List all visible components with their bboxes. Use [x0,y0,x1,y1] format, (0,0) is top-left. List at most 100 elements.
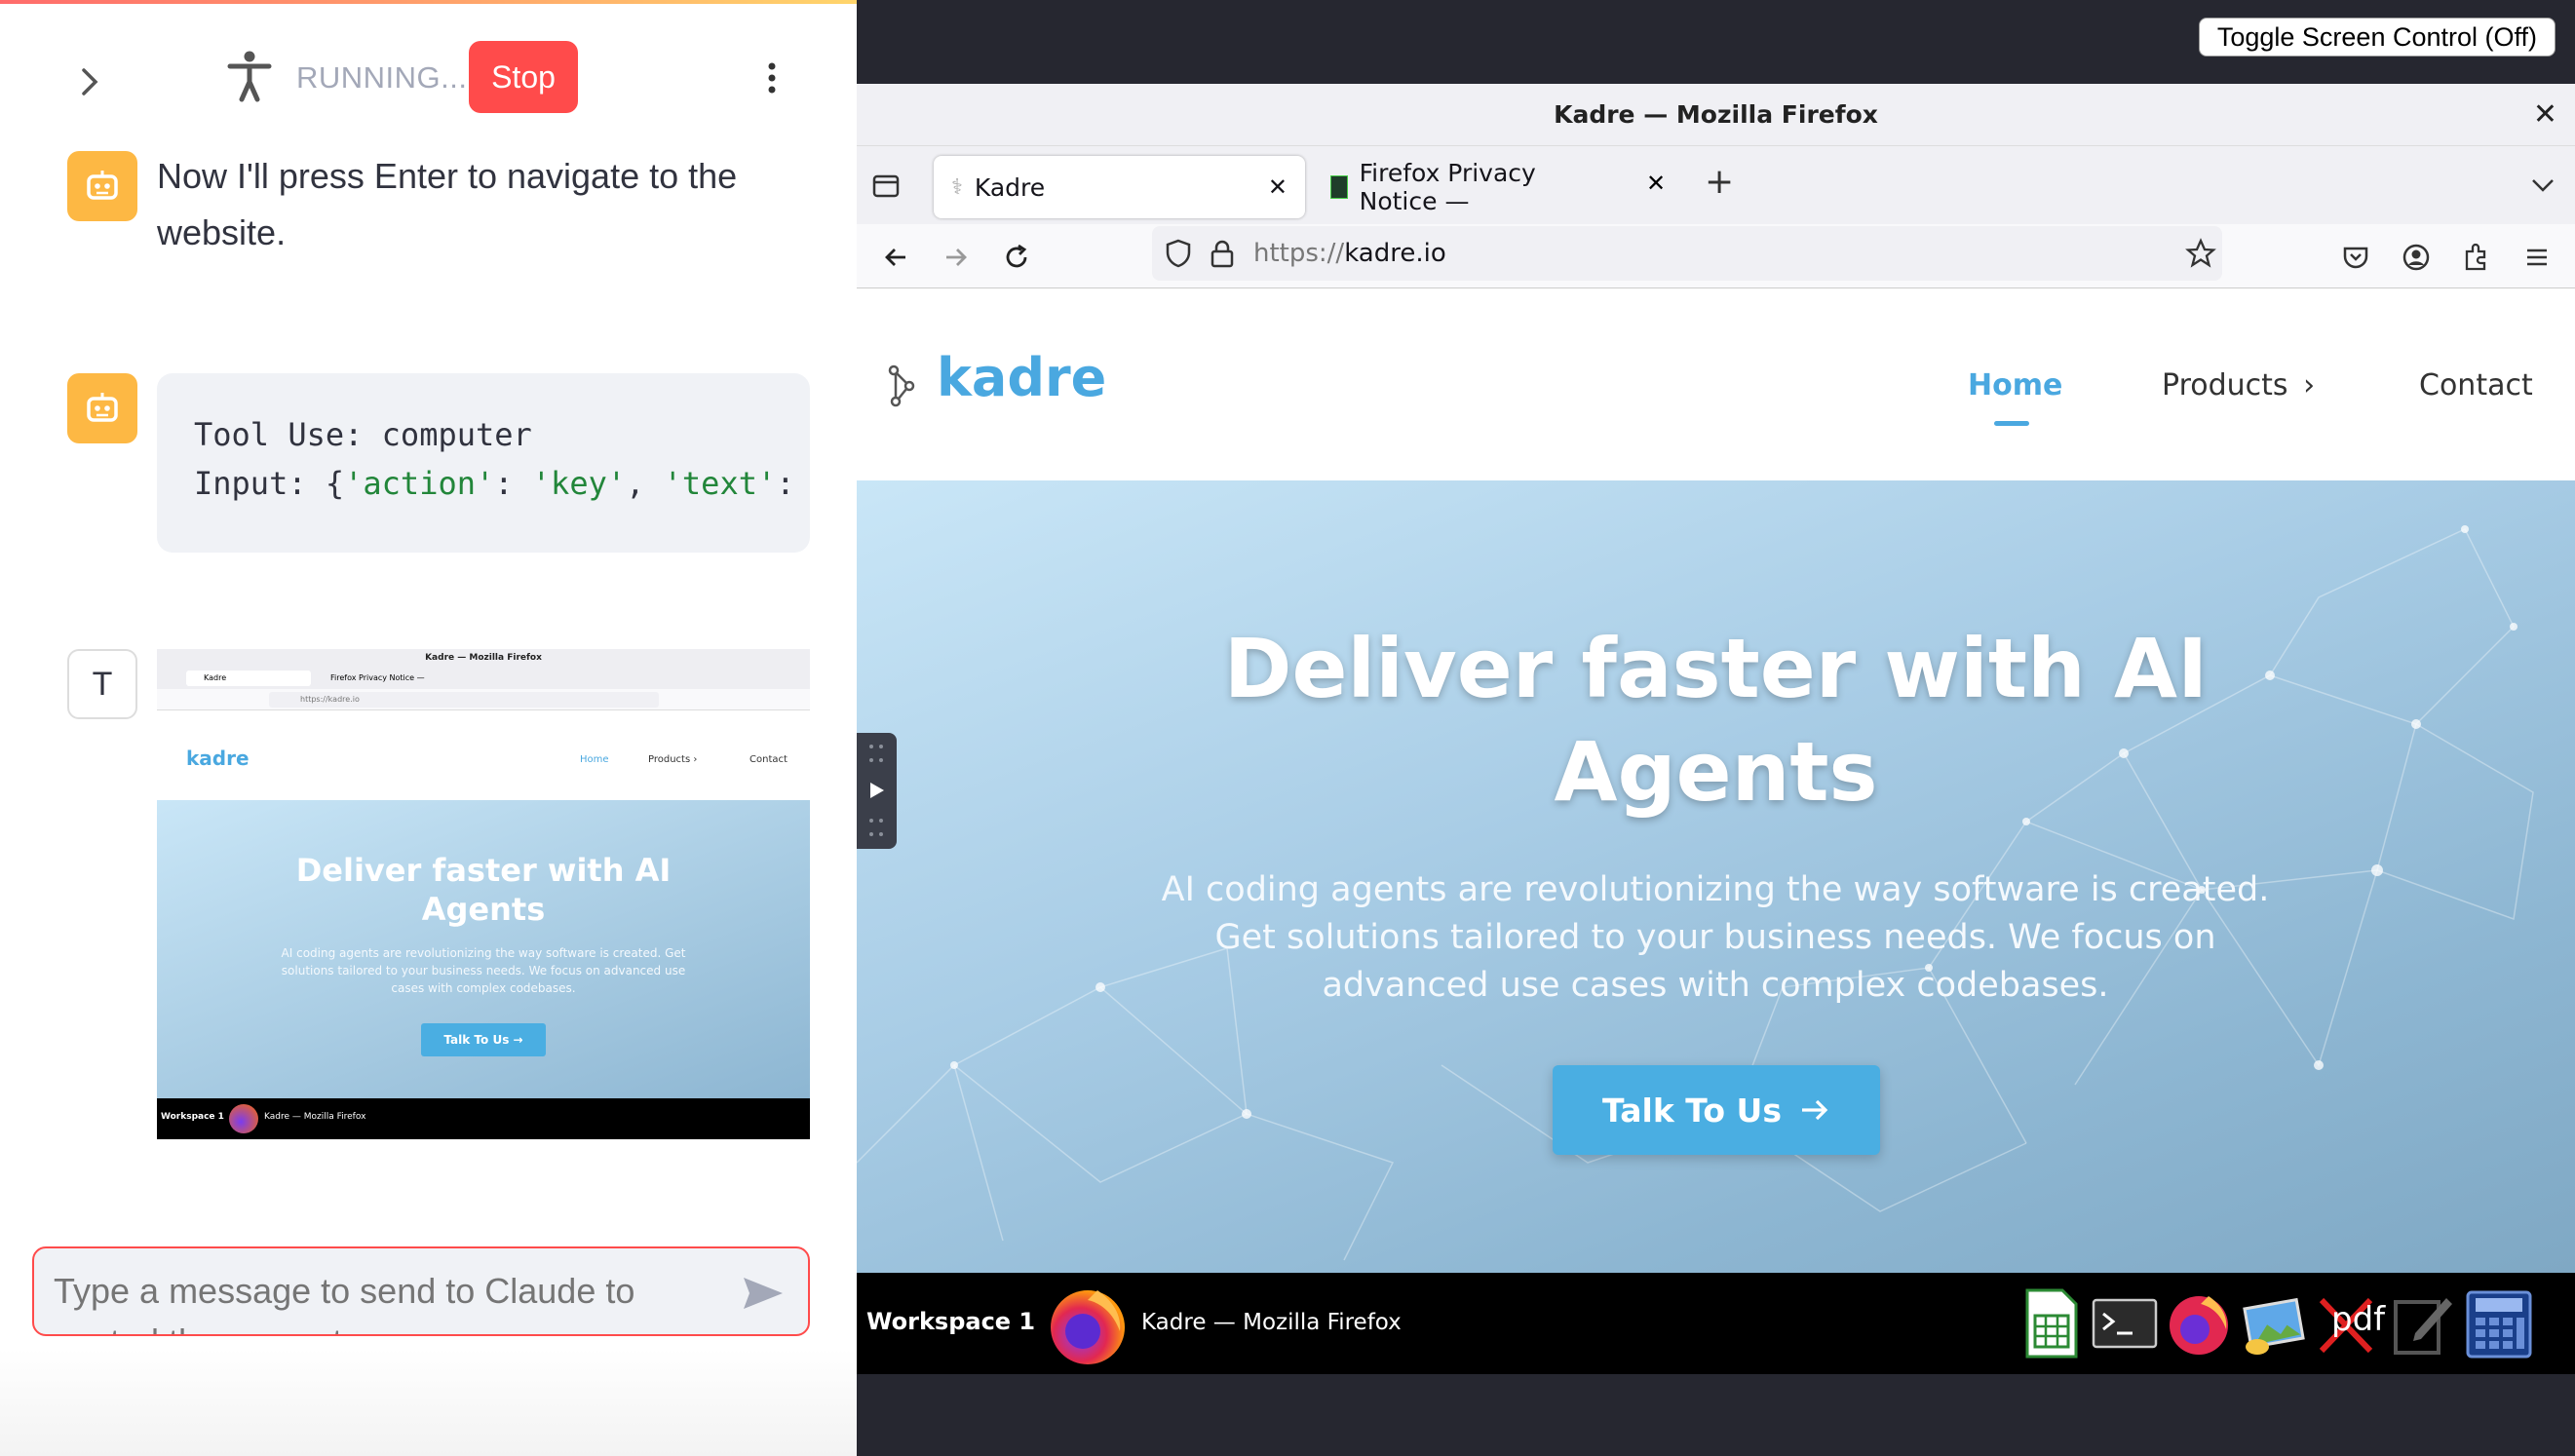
code-string: 'key' [531,465,627,502]
thumb-cta: Talk To Us → [421,1023,546,1056]
bookmark-star-icon[interactable] [2185,238,2216,269]
robot-icon [87,171,118,200]
image-viewer-icon[interactable] [2238,1286,2308,1360]
hero-text-line: Get solutions tailored to your business … [1214,918,2216,957]
firefox-launcher-icon[interactable] [2164,1286,2234,1360]
text-editor-icon[interactable] [2386,1286,2456,1360]
nav-products-label: Products [2162,368,2288,402]
tool-use-code-block: Tool Use: computer Input: {'action': 'ke… [157,373,810,553]
spreadsheet-icon[interactable] [2016,1286,2086,1360]
thumb-tab: Firefox Privacy Notice — [330,673,425,682]
thumb-titlebar: Kadre — Mozilla Firefox [157,649,810,668]
hamburger-menu-icon[interactable] [2521,242,2553,273]
site-logo-text[interactable]: kadre [937,347,1106,408]
thumb-workspace: Workspace 1 [161,1112,224,1122]
hero-title-line: Agents [1554,724,1878,820]
cta-label: Talk To Us [1602,1091,1782,1130]
thumb-firefox-icon [229,1104,258,1133]
talk-to-us-button[interactable]: Talk To Us [1553,1065,1880,1155]
robot-icon [87,393,118,422]
nav-products[interactable]: Products › [2162,368,2315,402]
hero-text-line: AI coding agents are revolutionizing the… [1161,870,2270,909]
calculator-icon[interactable] [2460,1286,2538,1360]
close-tab-icon[interactable]: ✕ [1268,173,1288,201]
terminal-icon[interactable] [2090,1286,2160,1360]
tab-privacy-notice[interactable]: Firefox Privacy Notice — [1325,156,1568,218]
hero-title: Deliver faster with AI Agents [857,617,2575,824]
pocket-icon[interactable] [2340,242,2371,273]
chat-input[interactable] [54,1266,716,1334]
code-text: : [776,465,795,502]
kadre-logo-icon[interactable] [884,363,919,409]
code-text: , [626,465,664,502]
thumb-hero: Deliver faster with AI Agents AI coding … [157,800,810,1098]
shield-icon[interactable] [1164,238,1193,269]
hero-description: AI coding agents are revolutionizing the… [1131,866,2300,1010]
toggle-screen-control-button[interactable]: Toggle Screen Control (Off) [2198,18,2556,57]
list-tabs-chevron-down-icon[interactable] [2529,173,2556,197]
hero-section: Deliver faster with AI Agents AI coding … [857,480,2575,1273]
pdf-label: pdf [2331,1300,2386,1339]
user-avatar: T [67,649,137,719]
navigation-toolbar: https://kadre.io [857,224,2575,288]
thumb-tab: Kadre [186,671,311,686]
thumb-nav-home: Home [580,754,609,765]
close-window-icon[interactable]: ✕ [2533,97,2557,132]
play-grip-icon [869,745,884,836]
panel-footer [0,1349,857,1456]
workspace-label[interactable]: Workspace 1 [866,1308,1035,1335]
close-tab-icon[interactable]: ✕ [1646,170,1666,197]
desktop-taskbar: Workspace 1 Kadre — Mozilla Firefox pdf [857,1273,2575,1374]
tab-kadre[interactable]: ⚕ Kadre ✕ [934,156,1305,218]
chat-input-container [32,1246,810,1336]
more-options-icon[interactable] [756,58,788,97]
thumb-tabbar: Kadre Firefox Privacy Notice — [157,668,810,689]
tool-use-line: Tool Use: computer [194,416,532,453]
code-text: Input: { [194,465,345,502]
site-header: kadre Home Products › Contact [857,288,2575,480]
thumb-taskbar-title: Kadre — Mozilla Firefox [264,1112,366,1122]
thumb-taskbar: Workspace 1 Kadre — Mozilla Firefox [157,1098,810,1139]
reload-icon[interactable] [1001,242,1032,273]
assistant-avatar [67,151,137,221]
new-tab-icon[interactable]: + [1705,162,1734,202]
send-icon[interactable] [740,1270,787,1317]
assistant-avatar [67,373,137,443]
privacy-favicon-icon [1330,175,1348,199]
pdf-tool-icon[interactable]: pdf [2312,1286,2386,1360]
tab-label: Kadre [974,172,1046,202]
firefox-window: Kadre — Mozilla Firefox ✕ ⚕ Kadre ✕ Fire… [857,84,2575,1374]
thumb-navbar: https://kadre.io [157,689,810,710]
lock-icon[interactable] [1209,238,1236,269]
firefox-icon[interactable] [1044,1281,1132,1368]
nav-contact[interactable]: Contact [2419,368,2533,402]
side-panel-handle[interactable] [857,733,897,849]
extensions-icon[interactable] [2461,242,2492,273]
url-host: kadre.io [1344,239,1446,268]
webpage: kadre Home Products › Contact Deliver fa… [857,288,2575,1273]
nav-active-underline [1994,421,2029,426]
stop-button[interactable]: Stop [469,41,578,113]
thumb-nav-contact: Contact [749,754,788,765]
arrow-right-icon [1802,1099,1828,1121]
taskbar-window-title[interactable]: Kadre — Mozilla Firefox [1141,1310,1402,1335]
hero-text-line: advanced use cases with complex codebase… [1322,966,2109,1005]
nav-home[interactable]: Home [1968,368,2062,402]
tab-bar: ⚕ Kadre ✕ Firefox Privacy Notice — ✕ + [857,146,2575,224]
screenshot-thumbnail: Kadre — Mozilla Firefox Kadre Firefox Pr… [157,649,810,1139]
tool-input-line: Input: {'action': 'key', 'text': [194,459,810,508]
running-indicator-bar [0,0,857,4]
thumb-nav-products: Products › [648,754,698,765]
back-icon[interactable] [880,242,911,273]
firefox-view-icon[interactable] [870,170,902,201]
status-text: RUNNING... [296,60,468,95]
window-title: Kadre — Mozilla Firefox [1554,100,1878,129]
account-icon[interactable] [2401,242,2432,273]
code-string: 'action' [344,465,495,502]
url-bar[interactable]: https://kadre.io [1152,226,2222,281]
forward-icon[interactable] [941,242,972,273]
chevron-right-icon[interactable] [70,62,109,101]
kadre-favicon-icon: ⚕ [951,174,963,200]
url-text: https://kadre.io [1253,239,1446,268]
thumb-hero-title: Deliver faster with AI Agents [295,852,672,928]
